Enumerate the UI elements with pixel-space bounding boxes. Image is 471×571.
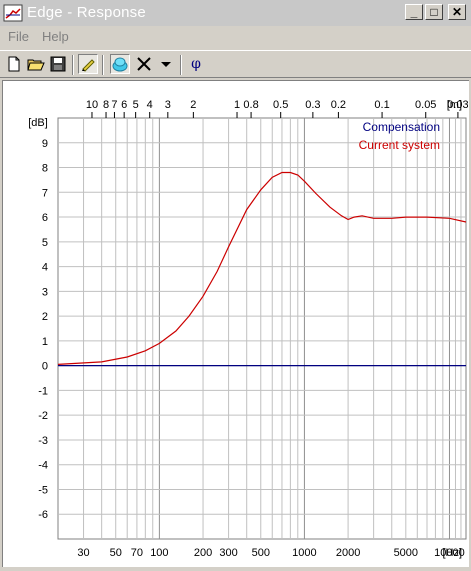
maximize-icon: □	[430, 5, 438, 19]
speaker-button[interactable]	[110, 54, 130, 74]
toolbar-separator	[72, 55, 74, 75]
y-tick-label: 8	[42, 163, 48, 175]
minimize-icon: _	[410, 5, 418, 19]
save-disk-icon	[50, 56, 66, 72]
top-axis-tick-label: 6	[121, 99, 127, 111]
x-tick-label: 70	[131, 547, 143, 559]
phi-icon: φ	[191, 56, 201, 72]
toolbar-separator	[180, 55, 182, 75]
y-axis-unit: [dB]	[28, 117, 48, 129]
top-axis-tick-label: 2	[190, 99, 196, 111]
x-tick-label: 30	[77, 547, 89, 559]
new-document-icon	[8, 56, 20, 72]
open-folder-icon	[27, 59, 45, 71]
dropdown-arrow-icon	[161, 62, 171, 67]
delete-button[interactable]	[134, 54, 154, 74]
y-tick-label: -5	[38, 484, 48, 496]
menu-bar: File Help	[0, 26, 471, 48]
top-axis-tick-label: 8	[103, 99, 109, 111]
y-tick-label: 3	[42, 286, 48, 298]
title-bar: Edge - Response _ □ ✕	[0, 0, 471, 27]
phase-button[interactable]: φ	[186, 54, 206, 74]
menu-help[interactable]: Help	[42, 29, 69, 44]
app-icon	[3, 4, 23, 22]
top-axis-tick-label: 4	[147, 99, 153, 111]
new-button[interactable]	[4, 54, 24, 74]
top-axis-tick-label: 3	[165, 99, 171, 111]
open-button[interactable]	[26, 54, 46, 74]
top-axis-tick-label: 0.2	[331, 99, 346, 111]
toolbar-separator	[102, 55, 104, 75]
y-tick-label: 0	[42, 361, 48, 373]
chart-panel: 9 8 7 6 5 4 3 2 1 0 -1 -2 -3 -4 -5 -6 [dB] 30 50 70 100 200 30…	[2, 80, 469, 567]
top-axis-tick-label: 1	[234, 99, 240, 111]
top-axis-tick-label: 5	[133, 99, 139, 111]
pencil-edit-icon	[82, 59, 95, 72]
y-tick-label: -2	[38, 410, 48, 422]
y-tick-label: 2	[42, 311, 48, 323]
menu-file[interactable]: File	[8, 29, 29, 44]
x-tick-label: 300	[219, 547, 237, 559]
x-tick-label: 50	[110, 547, 122, 559]
frequency-response-chart: 9876543210-1-2-3-4-5-6[dB]30 50 70 100 200 30…	[28, 99, 468, 559]
edit-button[interactable]	[78, 54, 98, 74]
x-tick-label: 1000	[292, 547, 316, 559]
top-axis-unit: [m]	[447, 99, 462, 111]
x-tick-label: 500	[252, 547, 270, 559]
y-tick-label: 6	[42, 212, 48, 224]
y-tick-label: -6	[38, 509, 48, 521]
top-axis-tick-label: 7	[111, 99, 117, 111]
top-axis-tick-label: 0.1	[374, 99, 389, 111]
top-axis-tick-label: 0.5	[273, 99, 288, 111]
dropdown-button[interactable]	[156, 54, 176, 74]
top-axis-tick-label: 0.8	[243, 99, 258, 111]
y-tick-label: -4	[38, 460, 48, 472]
close-button[interactable]: ✕	[448, 4, 466, 20]
close-icon: ✕	[451, 5, 463, 19]
x-tick-label: 2000	[336, 547, 360, 559]
y-tick-label: -1	[38, 385, 48, 397]
y-tick-label: 1	[42, 336, 48, 348]
window-title: Edge - Response	[27, 4, 146, 21]
application-window: Edge - Response _ □ ✕ File Help φ 9 8 7 …	[0, 0, 471, 569]
y-tick-label: -3	[38, 435, 48, 447]
plot-area	[57, 117, 467, 540]
x-axis-unit: [Hz]	[442, 547, 462, 559]
x-tick-label: 200	[194, 547, 212, 559]
legend-entry: Current system	[359, 138, 440, 152]
legend-entry: Compensation	[363, 120, 440, 134]
y-tick-label: 9	[42, 138, 48, 150]
top-axis-tick-label: 0.3	[305, 99, 320, 111]
y-tick-label: 4	[42, 262, 48, 274]
save-button[interactable]	[48, 54, 68, 74]
y-tick-label: 5	[42, 237, 48, 249]
x-tick-label: 100	[150, 547, 168, 559]
top-axis-tick-label: 10	[86, 99, 98, 111]
top-axis-tick-label: 0.05	[415, 99, 436, 111]
maximize-button[interactable]: □	[425, 4, 443, 20]
x-tick-label: 5000	[394, 547, 418, 559]
toolbar: φ	[0, 50, 471, 78]
minimize-button[interactable]: _	[405, 4, 423, 20]
x-icon	[137, 57, 151, 71]
speaker-icon	[112, 57, 128, 72]
y-tick-label: 7	[42, 187, 48, 199]
